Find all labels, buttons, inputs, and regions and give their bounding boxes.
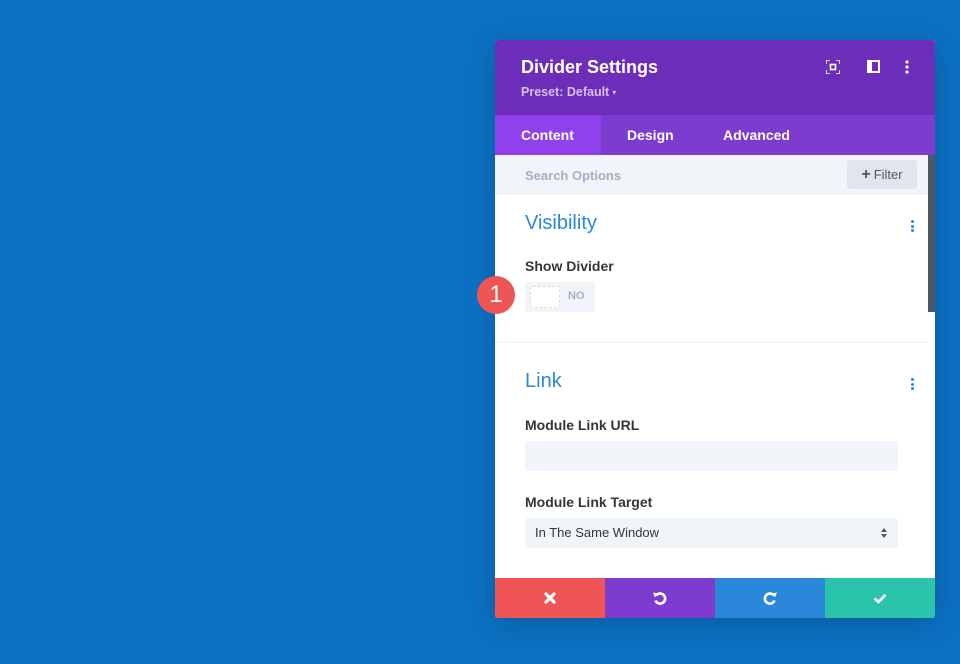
visibility-options-icon[interactable]: [911, 220, 915, 234]
save-button[interactable]: [825, 578, 935, 618]
search-options-input[interactable]: [511, 162, 811, 188]
select-arrows-icon: [880, 526, 888, 540]
toggle-knob: [530, 286, 560, 308]
undo-button[interactable]: [605, 578, 715, 618]
section-title-visibility: Visibility: [525, 212, 597, 234]
caret-down-icon: ▾: [612, 88, 617, 98]
modal-footer: [495, 578, 935, 618]
section-divider: [495, 342, 928, 343]
section-title-link: Link: [525, 370, 562, 392]
toggle-state: NO: [568, 290, 585, 302]
show-divider-toggle[interactable]: NO: [525, 282, 595, 312]
link-options-icon[interactable]: [911, 378, 915, 392]
preset-selector[interactable]: Preset: Default ▾: [521, 85, 616, 99]
show-divider-label: Show Divider: [525, 258, 614, 274]
modal-header[interactable]: Divider Settings Preset: Default ▾: [495, 40, 935, 115]
split-view-icon[interactable]: [867, 60, 883, 76]
more-options-icon[interactable]: [905, 60, 921, 76]
search-bar: +Filter: [495, 155, 928, 195]
select-value: In The Same Window: [535, 525, 660, 540]
modal-title: Divider Settings: [521, 57, 659, 77]
divider-settings-modal: Divider Settings Preset: Default ▾ Conten…: [495, 40, 935, 618]
tab-bar: Content Design Advanced: [495, 115, 935, 155]
scrollbar[interactable]: [928, 155, 935, 312]
redo-icon: [763, 592, 777, 605]
fullscreen-icon[interactable]: [826, 60, 842, 76]
module-link-url-input[interactable]: [525, 441, 898, 471]
filter-button[interactable]: + Filter: [847, 160, 917, 189]
module-link-url-label: Module Link URL: [525, 417, 640, 433]
plus-icon: +: [861, 166, 871, 183]
tab-content[interactable]: Content: [495, 115, 601, 155]
tab-advanced[interactable]: Advanced: [699, 115, 819, 155]
check-icon: [873, 593, 887, 604]
redo-button[interactable]: [715, 578, 825, 618]
filter-label: Filter: [873, 167, 903, 182]
undo-icon: [653, 592, 667, 605]
module-link-target-select[interactable]: In The Same Window: [525, 518, 898, 548]
cancel-button[interactable]: [495, 578, 605, 618]
preset-label: Preset: Default: [521, 85, 610, 99]
annotation-badge: 1: [477, 276, 515, 314]
tab-design[interactable]: Design: [601, 115, 699, 155]
module-link-target-label: Module Link Target: [525, 494, 653, 510]
close-icon: [544, 592, 556, 604]
